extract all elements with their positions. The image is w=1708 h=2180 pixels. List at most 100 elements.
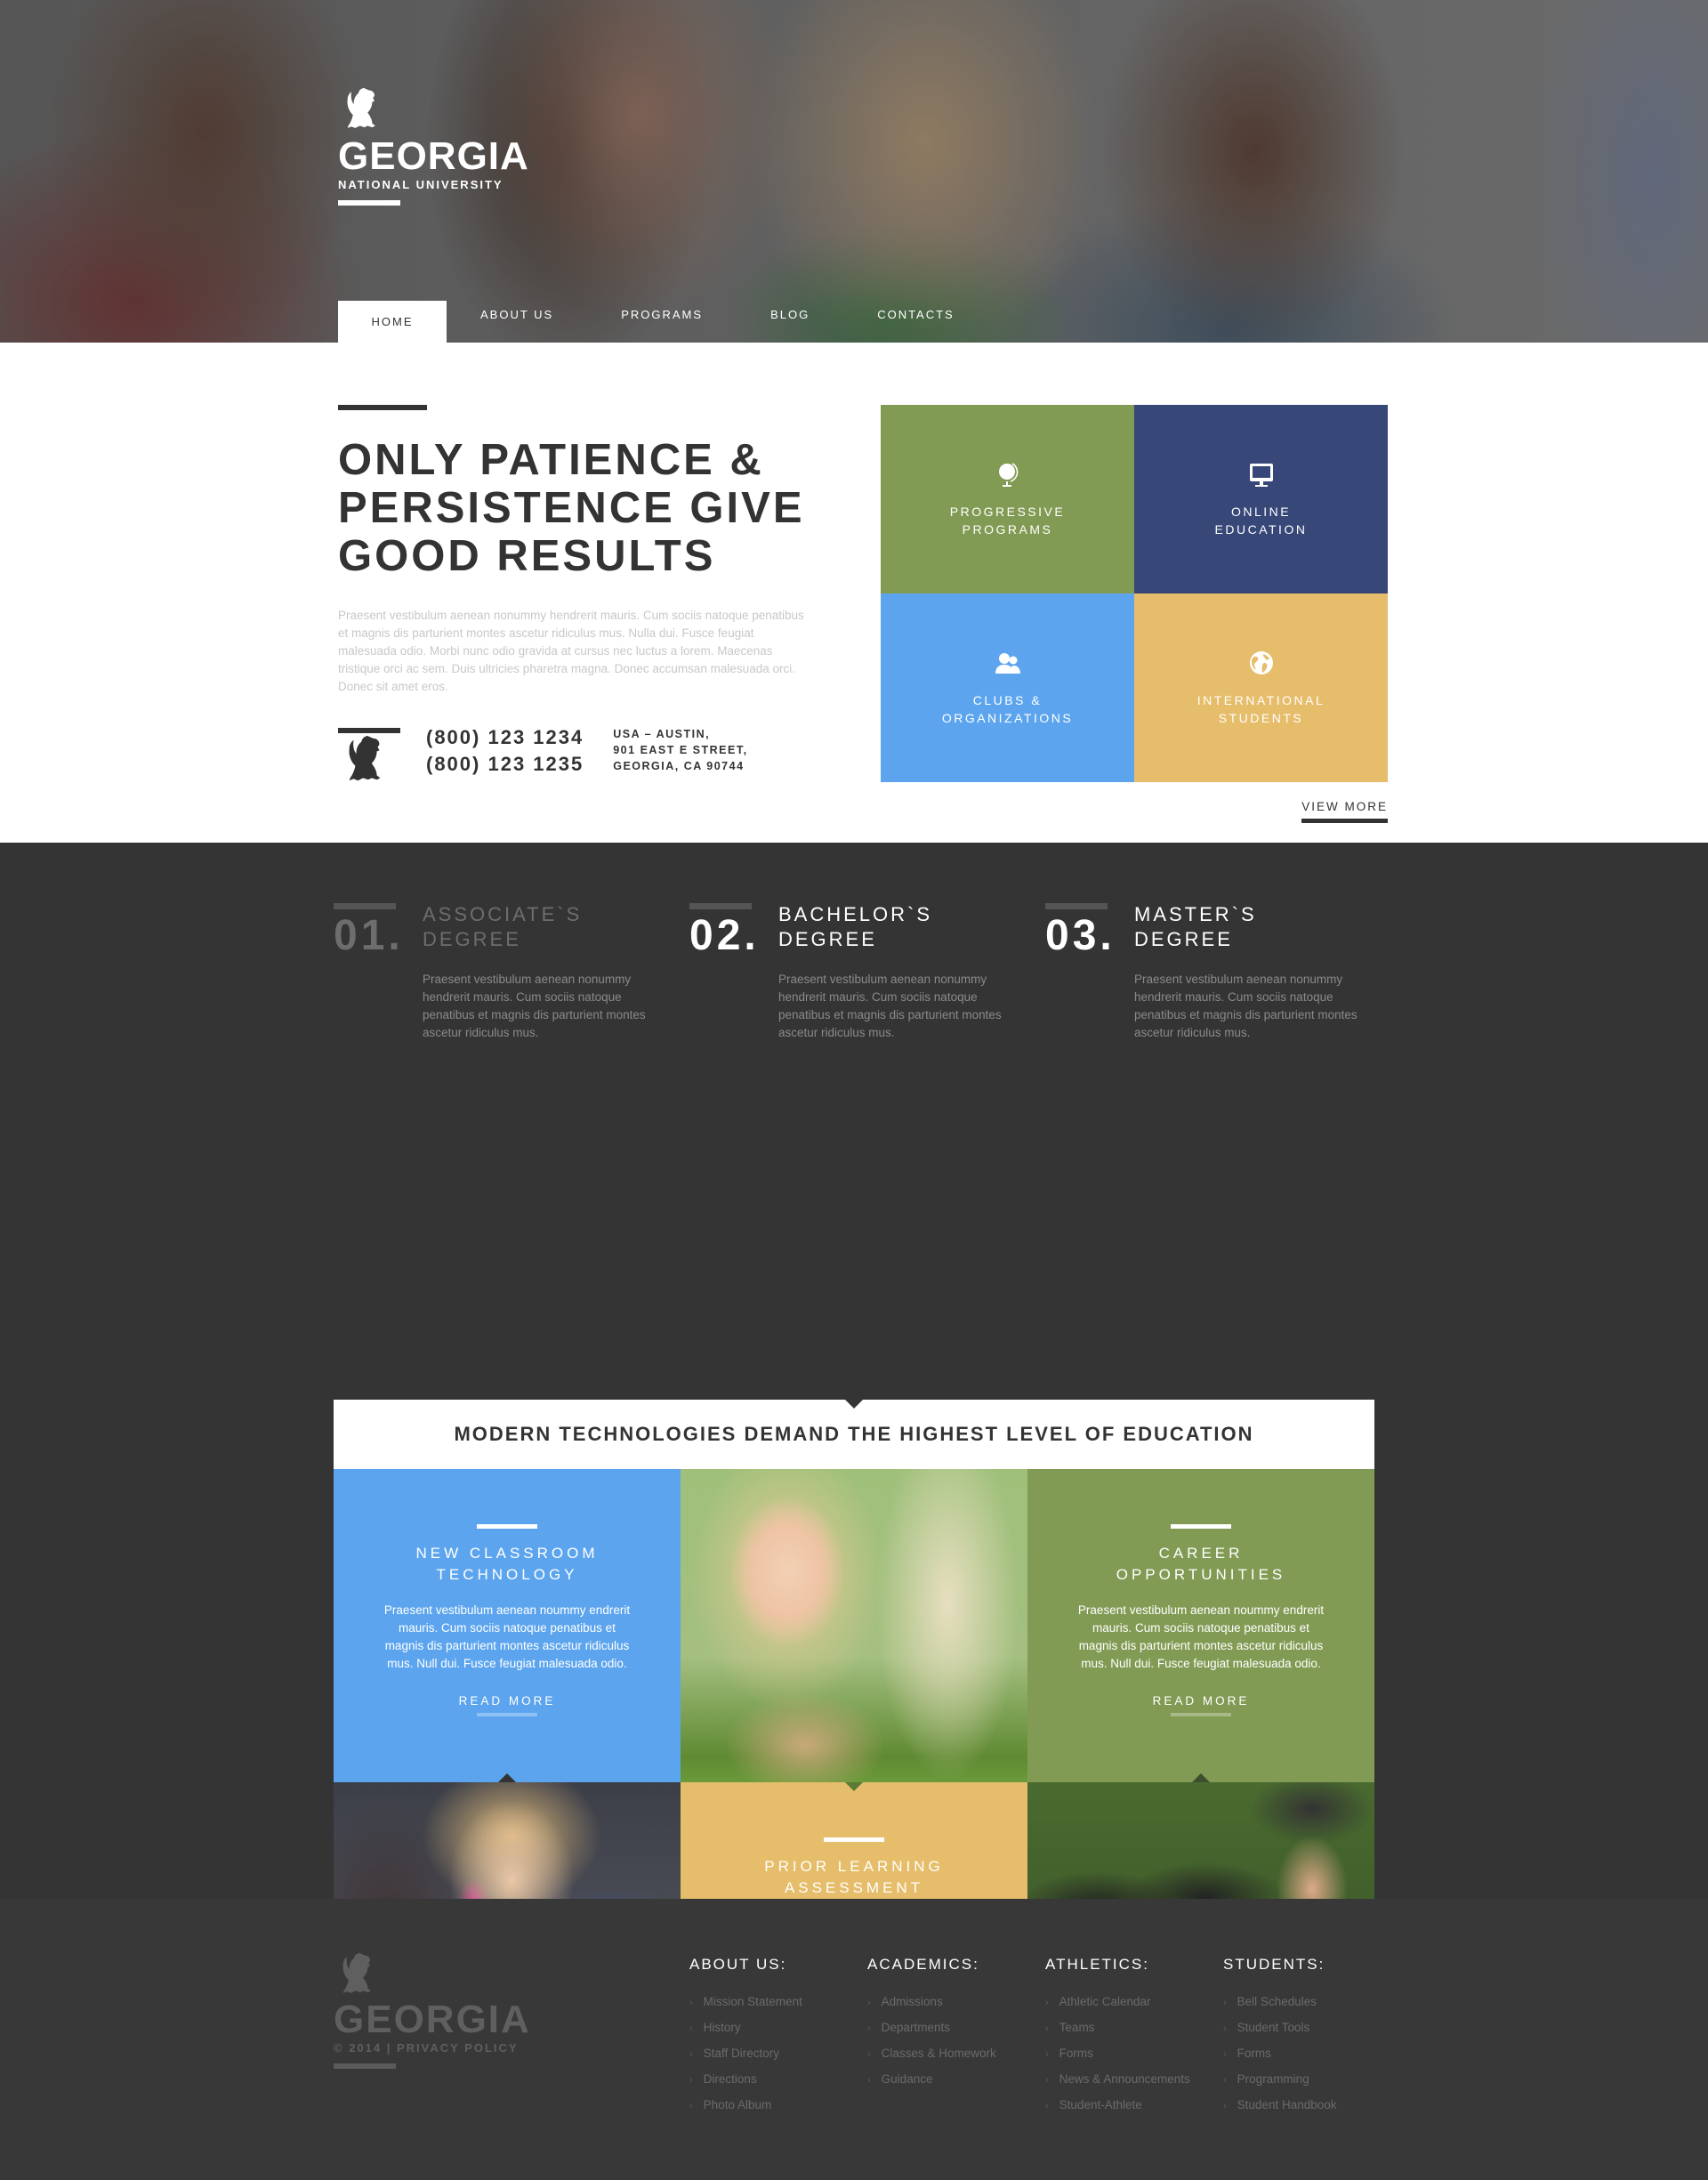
degree-bachelor[interactable]: 02. BACHELOR`S DEGREE Praesent vestibulu… (689, 903, 1045, 1042)
footer-link[interactable]: › Directions (689, 2067, 867, 2093)
photo-student-with-books (681, 1469, 1027, 1782)
footer-link[interactable]: › Athletic Calendar (1045, 1990, 1223, 2015)
card-title-line1: NEW CLASSROOM (415, 1545, 599, 1562)
programs-section: 01. ASSOCIATE`S DEGREE Praesent vestibul… (0, 843, 1708, 2125)
footer-link-text[interactable]: Guidance (882, 2072, 933, 2086)
phone-1[interactable]: (800) 123 1234 (426, 724, 584, 751)
read-more-link[interactable]: READ MORE (459, 1694, 556, 1716)
nav-about-us[interactable]: ABOUT US (447, 301, 587, 343)
read-more-link[interactable]: READ MORE (1153, 1694, 1250, 1716)
degree-title-line2: DEGREE (778, 928, 877, 950)
tile-online-education[interactable]: ONLINE EDUCATION (1134, 405, 1388, 593)
chevron-right-icon: › (1223, 2049, 1227, 2060)
footer-link[interactable]: › Guidance (867, 2067, 1045, 2093)
heading-rule (338, 405, 427, 410)
footer-link[interactable]: › Photo Album (689, 2093, 867, 2119)
chevron-right-icon: › (1223, 1998, 1227, 2008)
footer-link-text[interactable]: Teams (1059, 2021, 1095, 2034)
footer-link-text[interactable]: Bell Schedules (1237, 1995, 1317, 2008)
degree-rule (1045, 903, 1108, 909)
users-icon (995, 653, 1020, 674)
footer-link[interactable]: › History (689, 2015, 867, 2041)
footer-col-athletics: ATHLETICS: › Athletic Calendar › Teams › Fo… (1045, 1956, 1223, 2119)
footer-link-text[interactable]: Programming (1237, 2072, 1309, 2086)
address-line-3: GEORGIA, CA 90744 (613, 760, 745, 772)
footer-link[interactable]: › Student-Athlete (1045, 2093, 1223, 2119)
footer-link-text[interactable]: Staff Directory (704, 2047, 779, 2060)
phone-numbers: (800) 123 1234 (800) 123 1235 (426, 724, 584, 778)
footer-link[interactable]: › Admissions (867, 1990, 1045, 2015)
footer-link-text[interactable]: Student Handbook (1237, 2098, 1337, 2111)
card-rule (477, 1524, 537, 1529)
world-icon (1249, 651, 1273, 674)
footer-link[interactable]: › Student Handbook (1223, 2093, 1401, 2119)
nav-blog[interactable]: BLOG (737, 301, 843, 343)
degree-description: Praesent vestibulum aenean nonummy hendr… (423, 973, 646, 1039)
tile-label-line2: ORGANIZATIONS (941, 711, 1074, 725)
degree-description: Praesent vestibulum aenean nonummy hendr… (778, 973, 1002, 1039)
footer-link[interactable]: › Teams (1045, 2015, 1223, 2041)
emblem-rule (338, 728, 400, 733)
tile-label-line2: PROGRAMS (962, 522, 1053, 537)
address: USA – AUSTIN, 901 EAST E STREET, GEORGIA… (613, 726, 747, 774)
degree-list: 01. ASSOCIATE`S DEGREE Praesent vestibul… (334, 903, 1401, 1042)
footer-link-text[interactable]: Admissions (882, 1995, 943, 2008)
footer-link[interactable]: › Departments (867, 2015, 1045, 2041)
intro-heading: ONLY PATIENCE & PERSISTENCE GIVE GOOD RE… (338, 436, 805, 580)
footer-link-text[interactable]: Forms (1237, 2047, 1271, 2060)
eagle-logo-icon (340, 87, 386, 133)
contact-emblem (338, 728, 400, 787)
degree-number: 02. (689, 912, 760, 959)
chevron-right-icon: › (1223, 2023, 1227, 2034)
footer-logo-rule (334, 2063, 396, 2069)
footer-link-text[interactable]: History (704, 2021, 741, 2034)
footer-link-text[interactable]: Student-Athlete (1059, 2098, 1142, 2111)
footer-col-title: STUDENTS: (1223, 1956, 1325, 1973)
chevron-right-icon: › (1045, 2075, 1049, 2086)
chevron-right-icon: › (867, 1998, 871, 2008)
footer-link[interactable]: › News & Announcements (1045, 2067, 1223, 2093)
tile-label-line1: INTERNATIONAL (1196, 693, 1325, 707)
footer-link-text[interactable]: Student Tools (1237, 2021, 1310, 2034)
phone-2[interactable]: (800) 123 1235 (426, 751, 584, 778)
site-logo[interactable]: GEORGIA NATIONAL UNIVERSITY (338, 87, 529, 206)
brand-underline (338, 200, 400, 206)
degree-master[interactable]: 03. MASTER`S DEGREE Praesent vestibulum … (1045, 903, 1401, 1042)
footer-link[interactable]: › Mission Statement (689, 1990, 867, 2015)
privacy-policy-link[interactable]: PRIVACY POLICY (397, 2041, 519, 2055)
footer-link[interactable]: › Programming (1223, 2067, 1401, 2093)
tile-progressive-programs[interactable]: PROGRESSIVE PROGRAMS (881, 405, 1134, 593)
nav-home[interactable]: HOME (338, 301, 447, 343)
card-text: Praesent vestibulum aenean noummy endrer… (383, 1603, 631, 1670)
tile-clubs-organizations[interactable]: CLUBS & ORGANIZATIONS (881, 593, 1134, 782)
degree-title-line1: MASTER`S (1134, 903, 1257, 925)
footer-link-text[interactable]: Forms (1059, 2047, 1093, 2060)
footer-link-text[interactable]: Classes & Homework (882, 2047, 996, 2060)
card-title-line2: TECHNOLOGY (436, 1566, 578, 1583)
tile-international-students[interactable]: INTERNATIONAL STUDENTS (1134, 593, 1388, 782)
footer-link[interactable]: › Staff Directory (689, 2041, 867, 2067)
tile-label-line1: ONLINE (1230, 505, 1292, 519)
footer-link-text[interactable]: Photo Album (704, 2098, 772, 2111)
chevron-right-icon: › (689, 2049, 693, 2060)
footer-link-text[interactable]: Mission Statement (704, 1995, 802, 2008)
nav-programs[interactable]: PROGRAMS (587, 301, 737, 343)
degree-associate[interactable]: 01. ASSOCIATE`S DEGREE Praesent vestibul… (334, 903, 689, 1042)
footer-link[interactable]: › Classes & Homework (867, 2041, 1045, 2067)
footer-link-text[interactable]: News & Announcements (1059, 2072, 1190, 2086)
footer-link[interactable]: › Forms (1045, 2041, 1223, 2067)
chevron-right-icon: › (689, 2075, 693, 2086)
footer-link[interactable]: › Forms (1223, 2041, 1401, 2067)
footer-link-text[interactable]: Athletic Calendar (1059, 1995, 1151, 2008)
view-more-link[interactable]: VIEW MORE (1301, 800, 1388, 823)
footer-link[interactable]: › Student Tools (1223, 2015, 1401, 2041)
degree-title-line1: BACHELOR`S (778, 903, 933, 925)
footer-link[interactable]: › Bell Schedules (1223, 1990, 1401, 2015)
footer-col-academics: ACADEMICS: › Admissions › Departments › Cla… (867, 1956, 1045, 2119)
globe-stand-icon (998, 463, 1018, 487)
footer-col-title: ABOUT US: (689, 1956, 787, 1973)
nav-contacts[interactable]: CONTACTS (843, 301, 988, 343)
footer-link-text[interactable]: Directions (704, 2072, 757, 2086)
footer-link-text[interactable]: Departments (882, 2021, 950, 2034)
chevron-right-icon: › (689, 1998, 693, 2008)
